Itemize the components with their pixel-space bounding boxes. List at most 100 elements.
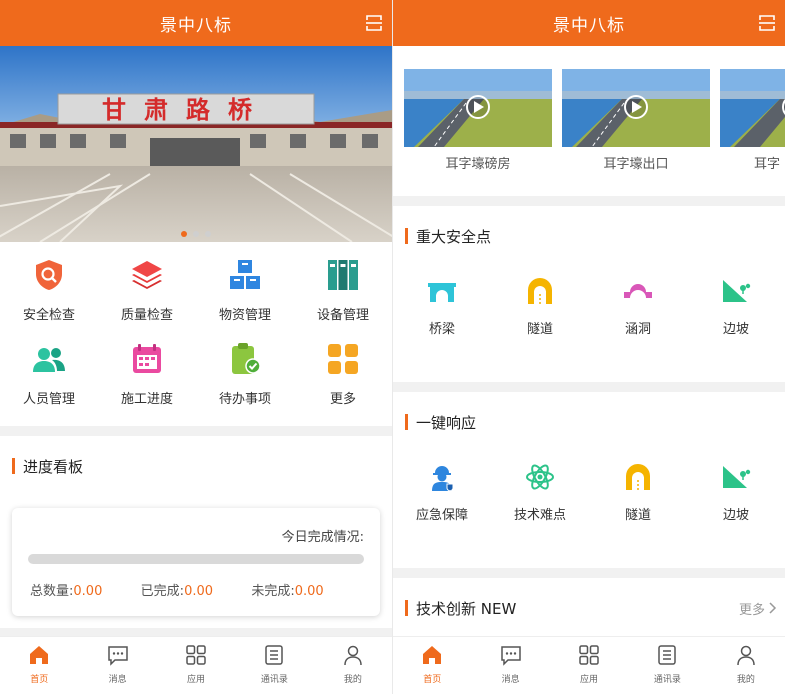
stat-total-label: 总数量: xyxy=(30,584,74,599)
tab-apps[interactable]: 应用 xyxy=(550,637,628,694)
carousel-dot[interactable] xyxy=(193,231,199,237)
tab-label: 我的 xyxy=(736,675,755,685)
scan-icon[interactable] xyxy=(759,14,775,32)
item-label: 边坡 xyxy=(722,322,749,337)
section-header-safety: 重大安全点 xyxy=(393,206,785,266)
section-title: 技术创新 NEW xyxy=(416,599,517,618)
stat-undone: 未完成:0.00 xyxy=(251,580,362,599)
safety-points: 桥梁 隧道 涵洞 边坡 xyxy=(393,266,785,382)
tab-label: 通讯录 xyxy=(260,675,288,685)
binders-icon xyxy=(328,260,358,290)
slope-icon xyxy=(723,466,751,488)
tab-mine[interactable]: 我的 xyxy=(707,637,785,694)
video-item[interactable]: 耳字壕出口 xyxy=(562,69,710,196)
chevron-right-icon xyxy=(769,602,777,614)
top-bar: 景中八标 xyxy=(0,0,392,46)
item-label: 涵洞 xyxy=(624,322,651,337)
tab-label: 首页 xyxy=(30,675,49,685)
section-marker xyxy=(405,414,408,430)
item-label: 技术难点 xyxy=(513,508,566,523)
section-header-progress-board: 进度看板 xyxy=(0,436,392,496)
response-item-tunnel[interactable]: 隧道 xyxy=(589,452,687,568)
grid-label: 安全检查 xyxy=(22,308,75,323)
safety-item-culvert[interactable]: 涵洞 xyxy=(589,266,687,382)
banner-sign-text: 甘肃路桥 xyxy=(102,96,270,124)
function-grid: 安全检查 质量检查 物资管理 设备管理 人员管理 施工进度 待办事项 更多 xyxy=(0,242,392,426)
section-header-response: 一键响应 xyxy=(393,392,785,452)
response-item-slope[interactable]: 边坡 xyxy=(687,452,785,568)
banner-carousel[interactable]: 甘肃路桥 xyxy=(0,46,392,242)
message-icon xyxy=(500,646,521,666)
grid-item-todo[interactable]: 待办事项 xyxy=(196,342,294,426)
grid-item-safety-check[interactable]: 安全检查 xyxy=(0,258,98,342)
section-marker xyxy=(405,600,408,616)
tab-label: 首页 xyxy=(423,675,442,685)
grid-item-personnel[interactable]: 人员管理 xyxy=(0,342,98,426)
home-icon xyxy=(30,646,49,664)
grid-item-quality-check[interactable]: 质量检查 xyxy=(98,258,196,342)
calendar-icon xyxy=(133,344,161,373)
tab-messages[interactable]: 消息 xyxy=(471,637,549,694)
response-item-tech[interactable]: 技术难点 xyxy=(491,452,589,568)
video-thumbnail xyxy=(562,69,710,147)
grid-item-progress[interactable]: 施工进度 xyxy=(98,342,196,426)
carousel-dot-active[interactable] xyxy=(181,231,187,237)
more-link[interactable]: 更多 xyxy=(739,599,777,618)
app-root: 景中八标 甘肃路桥 安全检查 质量检查 物资管理 设备管理 人员管理 施工进度 … xyxy=(0,0,785,694)
safety-item-tunnel[interactable]: 隧道 xyxy=(491,266,589,382)
grid-item-material[interactable]: 物资管理 xyxy=(196,258,294,342)
scan-icon[interactable] xyxy=(366,14,382,32)
carousel-dots xyxy=(0,231,392,237)
section-marker xyxy=(405,228,408,244)
video-list: 耳字壕磅房 耳字壕出口 耳字 xyxy=(393,46,785,196)
apps-icon xyxy=(186,645,206,665)
person-icon xyxy=(344,645,362,666)
tab-contacts[interactable]: 通讯录 xyxy=(235,637,313,694)
video-item[interactable]: 耳字壕磅房 xyxy=(404,69,552,196)
banner-image: 甘肃路桥 xyxy=(0,46,392,242)
culvert-icon xyxy=(624,284,652,298)
tab-apps[interactable]: 应用 xyxy=(157,637,235,694)
app-title: 景中八标 xyxy=(553,15,625,36)
more-label: 更多 xyxy=(738,602,765,618)
tab-label: 消息 xyxy=(108,675,127,685)
section-separator xyxy=(393,382,785,392)
stat-undone-label: 未完成: xyxy=(251,584,295,599)
tab-home[interactable]: 首页 xyxy=(393,637,471,694)
top-bar: 景中八标 xyxy=(393,0,785,46)
stat-total-value: 0.00 xyxy=(73,584,103,599)
grid-label: 施工进度 xyxy=(120,392,173,407)
section-title: 一键响应 xyxy=(416,413,477,432)
tunnel-icon xyxy=(528,278,552,304)
stat-done: 已完成:0.00 xyxy=(141,580,252,599)
section-marker xyxy=(12,458,15,474)
response-item-emergency[interactable]: 应急保障 xyxy=(393,452,491,568)
home-icon xyxy=(423,646,442,664)
home-screen: 景中八标 甘肃路桥 安全检查 质量检查 物资管理 设备管理 人员管理 施工进度 … xyxy=(0,0,392,694)
tab-contacts[interactable]: 通讯录 xyxy=(628,637,706,694)
grid-label: 质量检查 xyxy=(120,308,173,323)
grid-label: 更多 xyxy=(329,392,356,407)
carousel-dot[interactable] xyxy=(205,231,211,237)
item-label: 隧道 xyxy=(526,322,553,337)
section-header-innovation: 技术创新 NEW 更多 xyxy=(393,578,785,638)
stat-undone-value: 0.00 xyxy=(294,584,324,599)
video-item[interactable]: 耳字 xyxy=(720,69,785,196)
stat-done-label: 已完成: xyxy=(140,584,185,599)
grid-item-equipment[interactable]: 设备管理 xyxy=(294,258,392,342)
section-title: 进度看板 xyxy=(23,457,84,476)
tab-mine[interactable]: 我的 xyxy=(314,637,392,694)
grid-item-more[interactable]: 更多 xyxy=(294,342,392,426)
progress-bar xyxy=(28,554,364,564)
safety-item-bridge[interactable]: 桥梁 xyxy=(393,266,491,382)
person-icon xyxy=(737,645,755,666)
safety-item-slope[interactable]: 边坡 xyxy=(687,266,785,382)
atom-icon xyxy=(526,464,554,490)
tab-messages[interactable]: 消息 xyxy=(78,637,156,694)
contacts-icon xyxy=(658,645,677,665)
apps-icon xyxy=(579,645,599,665)
tab-home[interactable]: 首页 xyxy=(0,637,78,694)
stat-total: 总数量:0.00 xyxy=(30,580,141,599)
video-label: 耳字壕出口 xyxy=(603,157,669,172)
video-label: 耳字 xyxy=(754,157,781,172)
